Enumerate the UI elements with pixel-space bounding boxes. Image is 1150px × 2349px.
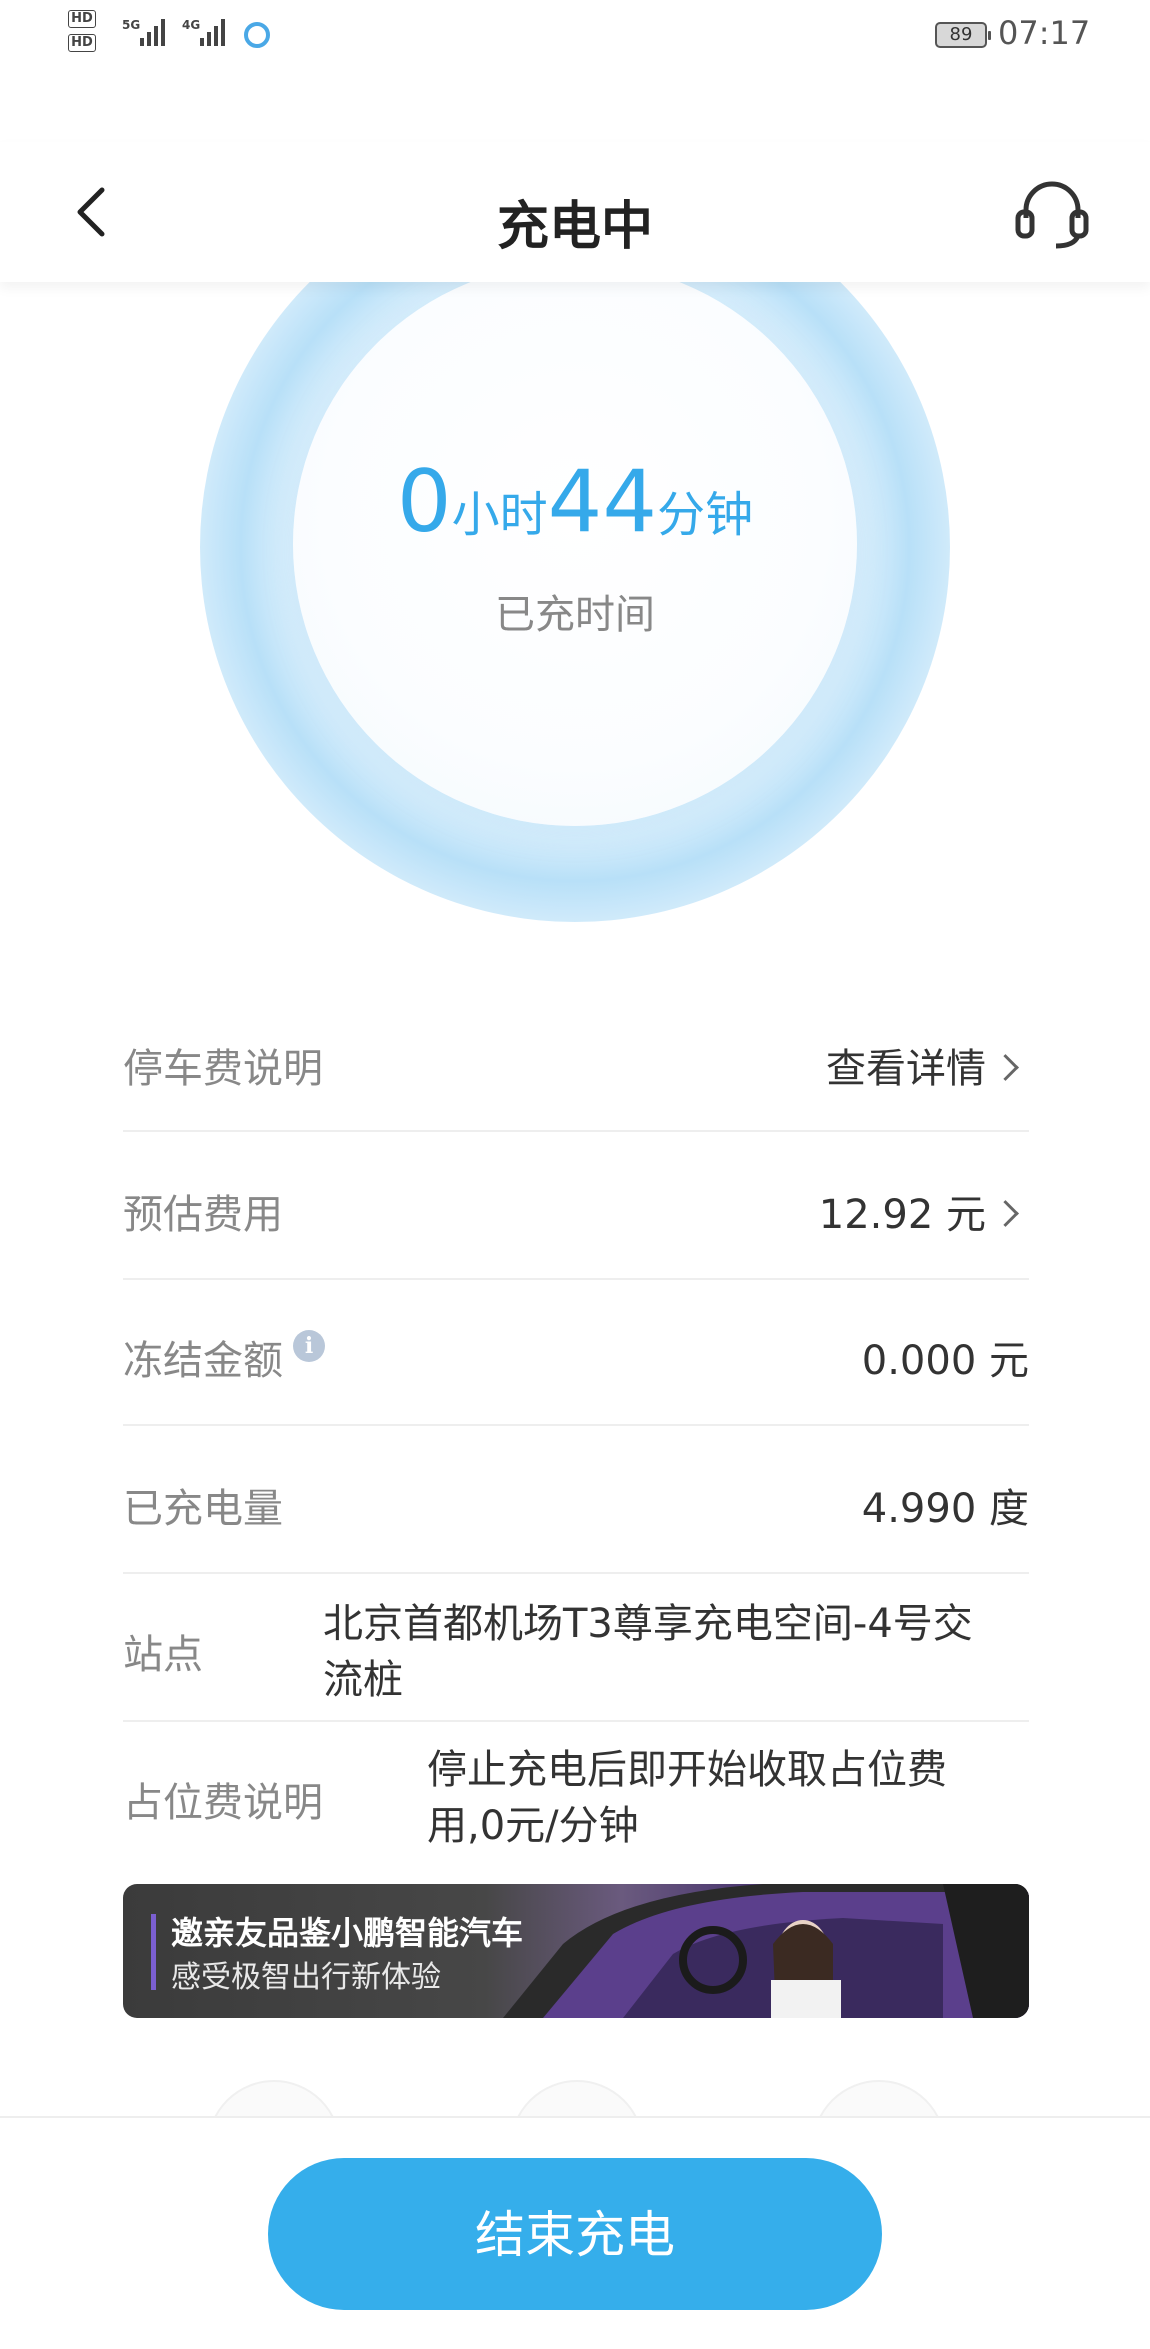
frozen-amount-value: 0.000 元 (861, 1338, 1029, 1384)
parking-fee-label: 停车费说明 (123, 1046, 323, 1092)
occupancy-fee-value: 停止充电后即开始收取占位费 用,0元/分钟 (427, 1742, 947, 1854)
timer-hours: 0 (396, 452, 452, 552)
charged-energy-label: 已充电量 (123, 1486, 283, 1532)
timer-minutes-unit: 分钟 (657, 487, 754, 543)
hd-badge-2: HD (68, 34, 96, 52)
bottom-bar: 结束充电 (0, 2116, 1150, 2349)
frozen-amount-row: 冻结金额 i 0.000 元 (123, 1278, 1029, 1426)
charged-energy-row: 已充电量 4.990 度 (123, 1424, 1029, 1574)
banner-title: 邀亲友品鉴小鹏智能汽车 (171, 1914, 524, 1952)
station-row: 站点 北京首都机场T3尊享充电空间-4号交 流桩 (123, 1572, 1029, 1722)
network-label-1: 5G (122, 18, 141, 32)
banner-subtitle: 感受极智出行新体验 (171, 1960, 441, 1995)
occupancy-fee-value-line2: 用,0元/分钟 (427, 1803, 639, 1849)
ring-core (293, 282, 857, 826)
hd-badge-1: HD (68, 10, 96, 28)
signal-icon-1 (140, 18, 170, 46)
charging-ring: 0小时44分钟 已充时间 (0, 282, 1150, 942)
station-value: 北京首都机场T3尊享充电空间-4号交 流桩 (323, 1596, 973, 1708)
hd-indicator: HD HD (68, 10, 98, 60)
chevron-right-icon (992, 1053, 1019, 1081)
frozen-amount-label-text: 冻结金额 (123, 1338, 283, 1384)
estimated-cost-value[interactable]: 12.92 元 (818, 1182, 1019, 1240)
station-label: 站点 (123, 1632, 203, 1678)
parking-fee-details-text: 查看详情 (826, 1046, 986, 1092)
banner-accent-bar (151, 1914, 156, 1990)
estimated-cost-label: 预估费用 (123, 1192, 283, 1238)
timer-minutes: 44 (547, 452, 658, 552)
status-bar: HD HD 5G 4G 89 07:17 (0, 0, 1150, 70)
signal-icon-2 (200, 18, 230, 46)
timer-hours-unit: 小时 (451, 487, 548, 543)
parking-fee-row[interactable]: 停车费说明 查看详情 (123, 1006, 1029, 1132)
occupancy-fee-value-line1: 停止充电后即开始收取占位费 (427, 1747, 947, 1793)
hotspot-icon (244, 22, 270, 48)
banner-car-image (503, 1884, 1029, 2018)
battery-icon: 89 (935, 22, 991, 48)
station-value-line2: 流桩 (323, 1657, 403, 1703)
header: 充电中 (0, 142, 1150, 282)
station-value-line1: 北京首都机场T3尊享充电空间-4号交 (323, 1601, 973, 1647)
estimated-cost-text: 12.92 元 (818, 1192, 986, 1238)
headset-icon[interactable] (1012, 180, 1092, 250)
frozen-amount-label: 冻结金额 i (123, 1328, 325, 1386)
occupancy-fee-label: 占位费说明 (123, 1780, 323, 1826)
occupancy-fee-row: 占位费说明 停止充电后即开始收取占位费 用,0元/分钟 (123, 1720, 1029, 1868)
info-icon[interactable]: i (293, 1330, 325, 1362)
charging-timer: 0小时44分钟 (0, 452, 1150, 552)
network-label-2: 4G (182, 18, 201, 32)
page-title: 充电中 (496, 197, 653, 257)
status-time: 07:17 (998, 14, 1091, 52)
estimated-cost-row[interactable]: 预估费用 12.92 元 (123, 1130, 1029, 1280)
charged-energy-value: 4.990 度 (861, 1486, 1029, 1532)
promo-banner[interactable]: 邀亲友品鉴小鹏智能汽车 感受极智出行新体验 (123, 1884, 1029, 2018)
parking-fee-details-link[interactable]: 查看详情 (826, 1036, 1019, 1094)
timer-label: 已充时间 (495, 592, 655, 638)
chevron-right-icon (992, 1199, 1019, 1227)
end-charging-button[interactable]: 结束充电 (268, 2158, 882, 2310)
